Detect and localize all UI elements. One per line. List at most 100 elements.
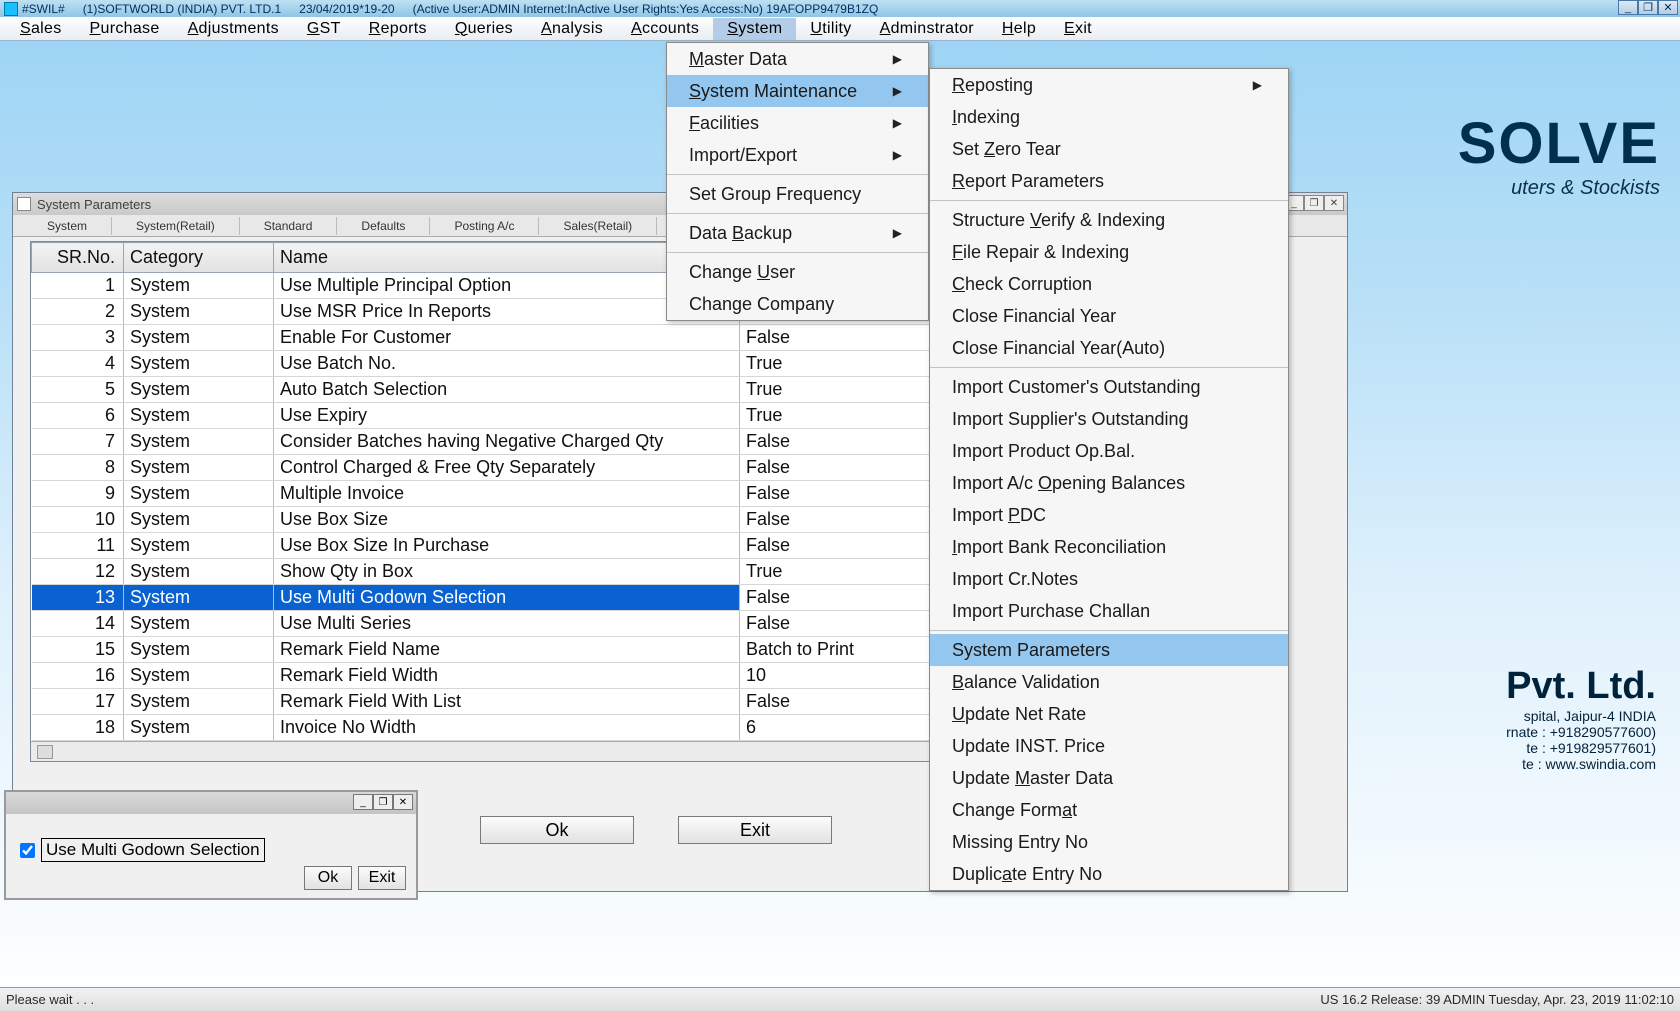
table-row[interactable]: 15SystemRemark Field NameBatch to Print: [32, 637, 940, 663]
edit-dialog-close[interactable]: ✕: [393, 794, 413, 810]
maint-menu-item-import-supplier-s-outstanding[interactable]: Import Supplier's Outstanding: [930, 403, 1288, 435]
menu-utility[interactable]: Utility: [796, 18, 865, 40]
menu-purchase[interactable]: Purchase: [76, 18, 174, 40]
menu-sales[interactable]: Sales: [6, 18, 76, 40]
menu-exit[interactable]: Exit: [1050, 18, 1106, 40]
table-row[interactable]: 3SystemEnable For CustomerFalse: [32, 325, 940, 351]
table-row[interactable]: 4SystemUse Batch No.True: [32, 351, 940, 377]
exit-button[interactable]: Exit: [678, 816, 832, 844]
maint-menu-item-missing-entry-no[interactable]: Missing Entry No: [930, 826, 1288, 858]
maint-menu-item-close-financial-year-auto-[interactable]: Close Financial Year(Auto): [930, 332, 1288, 364]
params-window-icon: [17, 197, 31, 211]
table-row[interactable]: 18SystemInvoice No Width6: [32, 715, 940, 741]
use-multi-godown-label: Use Multi Godown Selection: [41, 838, 265, 862]
company-pvt: Pvt. Ltd.: [1506, 665, 1656, 708]
table-row[interactable]: 12SystemShow Qty in BoxTrue: [32, 559, 940, 585]
scroll-left-icon[interactable]: [37, 745, 53, 759]
menu-adjustments[interactable]: Adjustments: [174, 18, 293, 40]
maint-menu-item-report-parameters[interactable]: Report Parameters: [930, 165, 1288, 197]
maint-menu-item-import-bank-reconciliation[interactable]: Import Bank Reconciliation: [930, 531, 1288, 563]
brand-subtitle: uters & Stockists: [1458, 177, 1660, 200]
system-menu-item-facilities[interactable]: Facilities▶: [667, 107, 928, 139]
title-bar: #SWIL# (1)SOFTWORLD (INDIA) PVT. LTD.1 2…: [0, 0, 1680, 17]
system-menu-item-master-data[interactable]: Master Data▶: [667, 43, 928, 75]
tab-sales-retail-[interactable]: Sales(Retail): [539, 217, 657, 235]
table-row[interactable]: 14SystemUse Multi SeriesFalse: [32, 611, 940, 637]
maint-menu-item-change-format[interactable]: Change Format: [930, 794, 1288, 826]
submenu-arrow-icon: ▶: [893, 84, 902, 98]
table-row[interactable]: 17SystemRemark Field With ListFalse: [32, 689, 940, 715]
maint-menu-item-balance-validation[interactable]: Balance Validation: [930, 666, 1288, 698]
params-maximize-button[interactable]: ❐: [1304, 195, 1324, 211]
title-swil: #SWIL#: [22, 2, 65, 16]
table-row[interactable]: 6SystemUse ExpiryTrue: [32, 403, 940, 429]
system-menu-item-data-backup[interactable]: Data Backup▶: [667, 217, 928, 249]
system-menu-item-system-maintenance[interactable]: System Maintenance▶: [667, 75, 928, 107]
maint-menu-item-import-pdc[interactable]: Import PDC: [930, 499, 1288, 531]
minimize-button[interactable]: _: [1618, 0, 1638, 15]
edit-dialog-minimize[interactable]: _: [353, 794, 373, 810]
maint-menu-item-system-parameters[interactable]: System Parameters: [930, 634, 1288, 666]
edit-exit-button[interactable]: Exit: [358, 866, 406, 890]
tab-system-retail-[interactable]: System(Retail): [112, 217, 240, 235]
menu-accounts[interactable]: Accounts: [617, 18, 713, 40]
header-category[interactable]: Category: [124, 243, 274, 273]
maint-menu-item-close-financial-year[interactable]: Close Financial Year: [930, 300, 1288, 332]
table-row[interactable]: 7SystemConsider Batches having Negative …: [32, 429, 940, 455]
system-menu-item-import-export[interactable]: Import/Export▶: [667, 139, 928, 171]
menu-queries[interactable]: Queries: [441, 18, 527, 40]
maint-menu-item-import-a-c-opening-balances[interactable]: Import A/c Opening Balances: [930, 467, 1288, 499]
submenu-arrow-icon: ▶: [893, 148, 902, 162]
system-menu-item-set-group-frequency[interactable]: Set Group Frequency: [667, 178, 928, 210]
company-line3: te : +919829577601): [1506, 740, 1656, 756]
system-menu-item-change-company[interactable]: Change Company: [667, 288, 928, 320]
use-multi-godown-checkbox[interactable]: [20, 843, 35, 858]
maint-menu-item-import-product-op-bal-[interactable]: Import Product Op.Bal.: [930, 435, 1288, 467]
table-row[interactable]: 11SystemUse Box Size In PurchaseFalse: [32, 533, 940, 559]
system-menu-item-change-user[interactable]: Change User: [667, 256, 928, 288]
maint-menu-item-duplicate-entry-no[interactable]: Duplicate Entry No: [930, 858, 1288, 890]
maint-menu-item-update-inst-price[interactable]: Update INST. Price: [930, 730, 1288, 762]
table-row[interactable]: 8SystemControl Charged & Free Qty Separa…: [32, 455, 940, 481]
maint-menu-item-structure-verify-indexing[interactable]: Structure Verify & Indexing: [930, 204, 1288, 236]
menu-analysis[interactable]: Analysis: [527, 18, 617, 40]
close-button[interactable]: ✕: [1658, 0, 1678, 15]
company-line4: te : www.swindia.com: [1506, 756, 1656, 772]
maint-menu-item-update-master-data[interactable]: Update Master Data: [930, 762, 1288, 794]
grid-scrollbar[interactable]: [31, 741, 939, 761]
system-menu-dropdown: Master Data▶System Maintenance▶Facilitie…: [666, 42, 929, 321]
maint-menu-item-update-net-rate[interactable]: Update Net Rate: [930, 698, 1288, 730]
maint-menu-item-set-zero-tear[interactable]: Set Zero Tear: [930, 133, 1288, 165]
maint-menu-item-indexing[interactable]: Indexing: [930, 101, 1288, 133]
menu-reports[interactable]: Reports: [355, 18, 441, 40]
brand-title: SOLVE: [1458, 110, 1660, 177]
ok-button[interactable]: Ok: [480, 816, 634, 844]
maint-menu-item-import-customer-s-outstanding[interactable]: Import Customer's Outstanding: [930, 371, 1288, 403]
edit-ok-button[interactable]: Ok: [304, 866, 352, 890]
menu-gst[interactable]: GST: [293, 18, 355, 40]
table-row[interactable]: 5SystemAuto Batch SelectionTrue: [32, 377, 940, 403]
tab-defaults[interactable]: Defaults: [337, 217, 430, 235]
edit-dialog-maximize[interactable]: ❐: [373, 794, 393, 810]
table-row[interactable]: 16SystemRemark Field Width10: [32, 663, 940, 689]
menu-system[interactable]: System: [713, 18, 796, 40]
submenu-arrow-icon: ▶: [893, 116, 902, 130]
status-left: Please wait . . .: [6, 992, 94, 1007]
menu-help[interactable]: Help: [988, 18, 1050, 40]
maint-menu-item-import-purchase-challan[interactable]: Import Purchase Challan: [930, 595, 1288, 627]
menu-adminstrator[interactable]: Adminstrator: [866, 18, 988, 40]
table-row[interactable]: 13SystemUse Multi Godown SelectionFalse: [32, 585, 940, 611]
edit-dialog-titlebar[interactable]: _ ❐ ✕: [6, 792, 416, 814]
table-row[interactable]: 9SystemMultiple InvoiceFalse: [32, 481, 940, 507]
tab-standard[interactable]: Standard: [240, 217, 338, 235]
maint-menu-item-check-corruption[interactable]: Check Corruption: [930, 268, 1288, 300]
tab-posting-a-c[interactable]: Posting A/c: [430, 217, 539, 235]
header-srno[interactable]: SR.No.: [32, 243, 124, 273]
table-row[interactable]: 10SystemUse Box SizeFalse: [32, 507, 940, 533]
maint-menu-item-file-repair-indexing[interactable]: File Repair & Indexing: [930, 236, 1288, 268]
maint-menu-item-reposting[interactable]: Reposting▶: [930, 69, 1288, 101]
maximize-button[interactable]: ❐: [1638, 0, 1658, 15]
maint-menu-item-import-cr-notes[interactable]: Import Cr.Notes: [930, 563, 1288, 595]
params-close-button[interactable]: ✕: [1324, 195, 1344, 211]
tab-system[interactable]: System: [23, 217, 112, 235]
